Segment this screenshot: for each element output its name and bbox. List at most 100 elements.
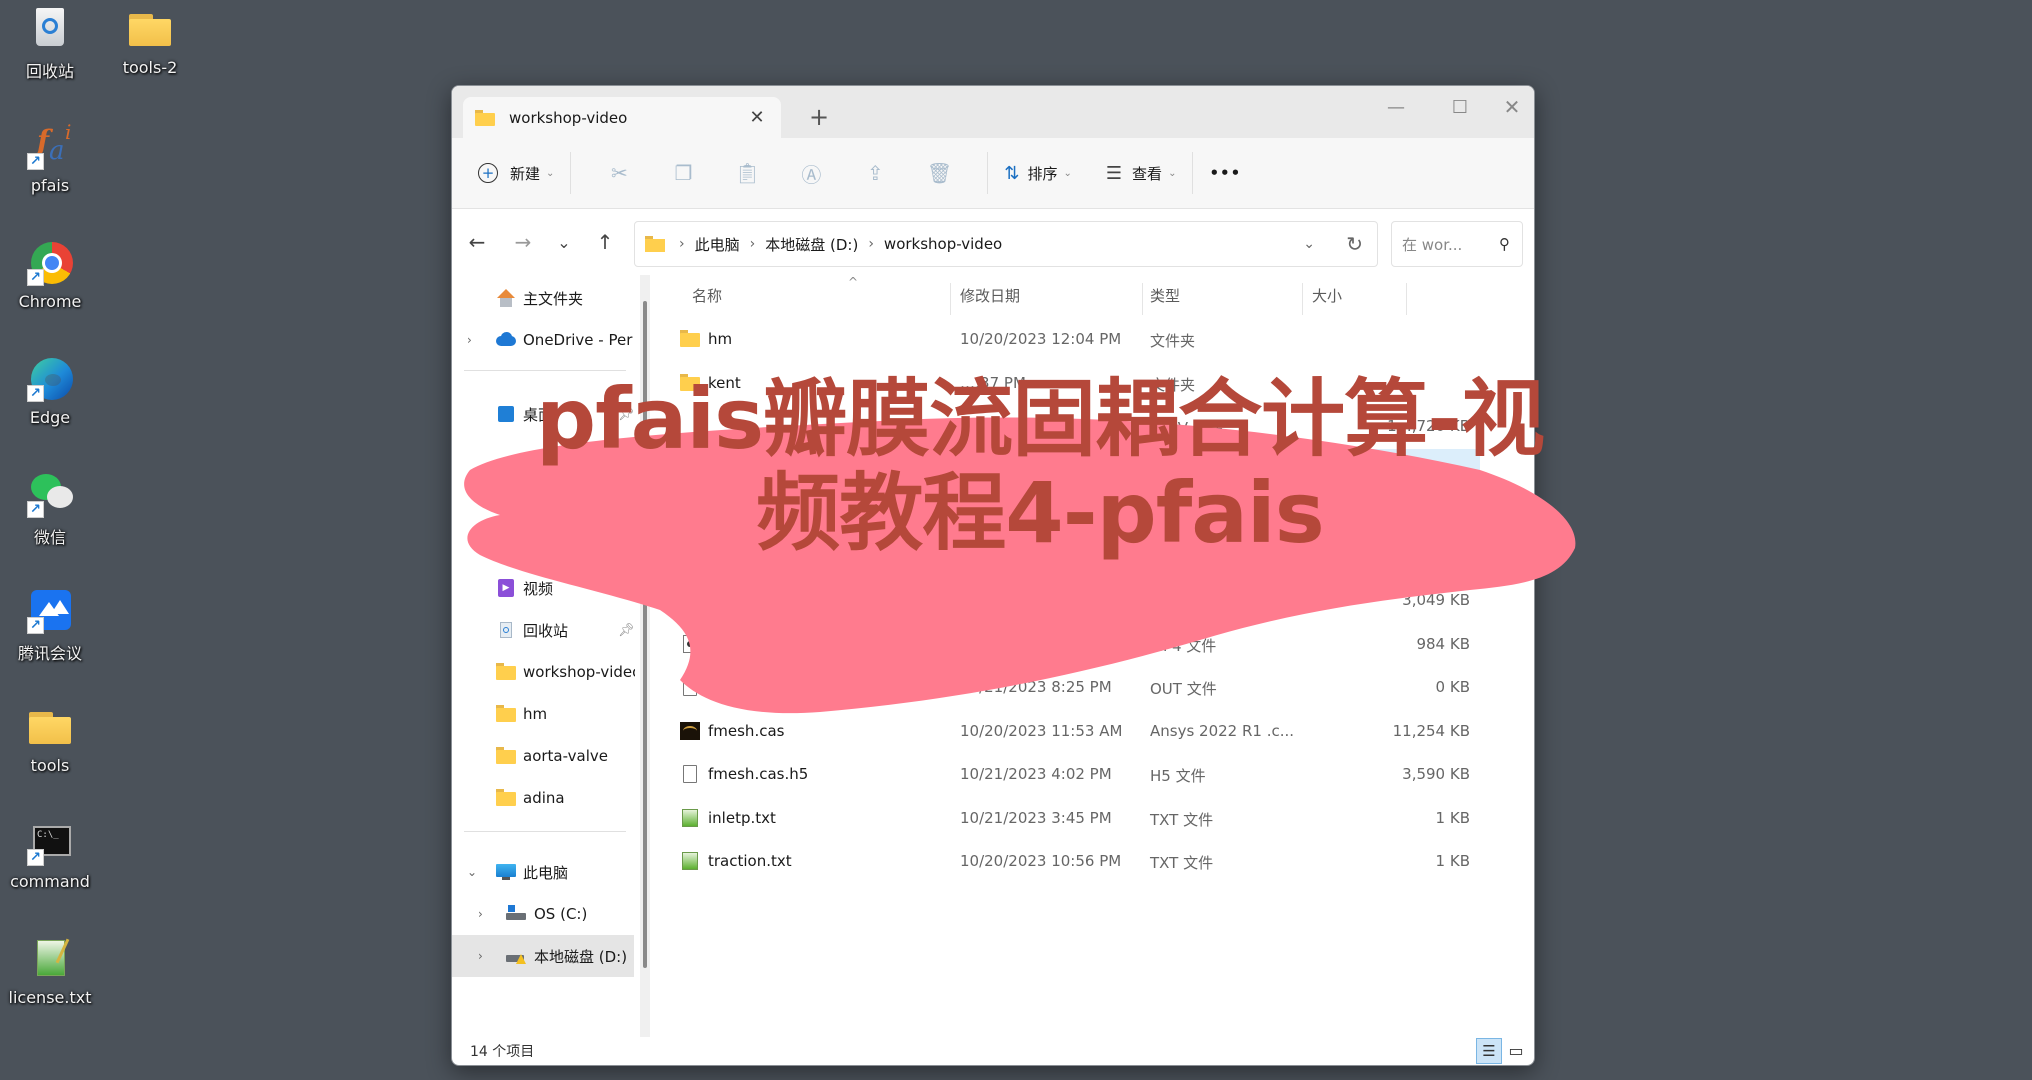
desktop-icon-tencent-meeting[interactable]: ↗ 腾讯会议 [0,588,100,664]
file-row[interactable]: … 45,039 KB [660,536,1480,579]
folder-icon [680,373,700,392]
file-date: 10/21/2023 3:45 PM [960,808,1112,827]
forward-button[interactable]: → [500,230,546,254]
search-input[interactable]: 在 wor... ⚲ [1391,221,1523,267]
desktop-icon-tools-2[interactable]: tools-2 [100,6,200,77]
sidebar-item-music[interactable]: ♪ 音乐 📌︎ [452,525,635,567]
file-name: fmesh.cas.h5 [708,765,809,783]
sidebar-item-home[interactable]: 主文件夹 [452,277,634,319]
large-icons-view-button[interactable]: ▭ [1506,1040,1526,1060]
file-type: MP4 文件 [1150,636,1217,655]
pin-icon: 📌︎ [618,538,635,554]
address-history-dropdown[interactable]: ⌄ [1303,236,1315,252]
address-bar[interactable]: › 此电脑 › 本地磁盘 (D:) › workshop-video ⌄ ↻ [634,221,1378,267]
file-row[interactable]: inletp.txt 10/21/2023 3:45 PM TXT 文件 1 KB [660,797,1480,840]
text-file-icon [680,852,700,870]
new-button[interactable]: + 新建 ⌄ [478,153,554,193]
file-row[interactable]: traction.txt 10/20/2023 10:56 PM TXT 文件 1 K… [660,840,1480,883]
sidebar-item-aorta-valve[interactable]: aorta-valve [452,735,634,777]
back-button[interactable]: ← [454,230,500,254]
file-row[interactable]: kent …:37 PM 文件夹 [660,362,1480,405]
file-row[interactable]: …2 AM NAS 文件 3,049 KB [660,579,1480,622]
desktop-icon-recycle-bin[interactable]: 回收站 [0,6,100,82]
sidebar-item-videos[interactable]: ▶ 视频 📌︎ [452,567,635,609]
details-view-button[interactable]: ☰ [1476,1038,1502,1064]
maximize-button[interactable]: ☐ [1438,92,1482,122]
new-tab-button[interactable]: + [804,103,834,131]
file-row[interactable] [660,492,1480,535]
breadcrumb-workshop-video[interactable]: workshop-video [884,235,1002,253]
close-tab-icon[interactable]: ✕ [745,107,769,128]
recent-locations-button[interactable]: ⌄ [546,233,582,252]
close-window-button[interactable]: ✕ [1490,92,1534,122]
address-row: ← → ⌄ ↑ › 此电脑 › 本地磁盘 (D:) › workshop-vid… [452,209,1534,275]
file-row[interactable]: a… 9/15/2023 1:45 AM MP4 文件 984 KB [660,623,1480,666]
minimize-button[interactable]: — [1374,92,1418,122]
sidebar-item-hm[interactable]: hm [452,693,634,735]
file-list: ^ 名称 修改日期 类型 大小 hm 10/20/2023 12:04 PM 文件夹… [660,275,1520,1037]
refresh-icon[interactable]: ↻ [1346,232,1363,256]
file-date: …2 AM [960,591,1013,609]
tencent-meeting-icon: ↗ [27,588,73,634]
share-icon[interactable]: ⇪ [843,161,907,185]
column-header-date[interactable]: 修改日期 [960,275,1020,315]
toolbar-divider [1192,152,1194,194]
paste-icon[interactable]: 📋︎ [715,161,779,185]
sidebar-item-drive-c[interactable]: › OS (C:) [452,893,634,935]
column-header-type[interactable]: 类型 [1150,275,1180,315]
desktop-icon-tools[interactable]: tools [0,704,100,775]
file-row[interactable]: WMV 文件 1…,720 KB [660,405,1480,448]
breadcrumb-this-pc[interactable]: 此电脑 [695,234,740,255]
sidebar-scrollbar-thumb[interactable] [643,301,647,968]
text-file-icon [680,808,700,827]
sidebar-item-desktop[interactable]: 桌面 📌︎ [452,393,635,435]
desktop-icon-command[interactable]: C:\_ ↗ command [0,820,100,891]
file-row[interactable]: fmesh.cas 10/20/2023 11:53 AM Ansys 2022 R… [660,710,1480,753]
desktop-icon-chrome[interactable]: ↗ Chrome [0,240,100,311]
up-button[interactable]: ↑ [582,230,628,254]
pin-icon: 📌︎ [618,622,635,638]
folder-icon [475,109,495,126]
sidebar-item-drive-d[interactable]: › 本地磁盘 (D:) [452,935,634,977]
desktop-icon-pfais[interactable]: f a i ↗ pfais [0,120,100,195]
more-options-button[interactable]: ••• [1209,153,1241,193]
copy-icon[interactable]: ❐ [651,161,715,185]
pin-icon: 📌︎ [618,406,635,422]
file-row[interactable]: fmesh.cas.h5 10/21/2023 4:02 PM H5 文件 3,590… [660,753,1480,796]
sort-button[interactable]: ⇅ 排序 ⌄ [1004,153,1072,193]
column-divider[interactable] [1302,283,1303,315]
column-divider[interactable] [1406,283,1407,315]
column-header-name[interactable]: 名称 [692,275,722,315]
file-size: 1 KB [1435,852,1470,870]
cut-icon[interactable]: ✂ [587,161,651,185]
sidebar-item-this-pc[interactable]: ⌄ 此电脑 [452,851,634,893]
column-divider[interactable] [950,283,951,315]
desktop-icon-edge[interactable]: ↗ Edge [0,356,100,427]
file-row[interactable]: WMV… [660,448,1480,492]
file-row[interactable]: hm 10/20/2023 12:04 PM 文件夹 [660,318,1480,361]
desktop-icon-wechat[interactable]: ↗ 微信 [0,472,100,548]
view-button[interactable]: ☰ 查看 ⌄ [1106,153,1177,193]
desktop-icon-label: command [10,872,90,891]
chevron-right-icon[interactable]: › [478,949,483,963]
column-divider[interactable] [1142,283,1143,315]
title-bar: workshop-video ✕ + — ☐ ✕ [452,86,1534,138]
folder-icon [496,747,516,765]
sidebar-item-recycle-bin[interactable]: 回收站 📌︎ [452,609,635,651]
file-name: inletp.txt [708,808,776,827]
sidebar-item-adina[interactable]: adina [452,777,634,819]
desktop-icon-license-txt[interactable]: license.txt [0,936,100,1007]
sidebar-item-workshop-video[interactable]: workshop-video [452,651,635,693]
chevron-down-icon[interactable]: ⌄ [467,865,477,879]
sidebar-item-onedrive[interactable]: › OneDrive - Per [452,319,634,361]
delete-icon[interactable]: 🗑︎ [907,161,971,185]
breadcrumb-drive-d[interactable]: 本地磁盘 (D:) [765,234,858,255]
tab-workshop-video[interactable]: workshop-video ✕ [463,97,781,138]
desktop-icon-label: 回收站 [25,62,74,81]
rename-icon[interactable]: Ⓐ [779,159,843,188]
search-placeholder: 在 wor... [1402,235,1463,254]
chevron-right-icon[interactable]: › [478,907,483,921]
file-row[interactable]: aui.out 10/21/2023 8:25 PM OUT 文件 0 KB [660,666,1480,709]
chevron-right-icon[interactable]: › [467,333,472,347]
column-header-size[interactable]: 大小 [1312,275,1342,315]
